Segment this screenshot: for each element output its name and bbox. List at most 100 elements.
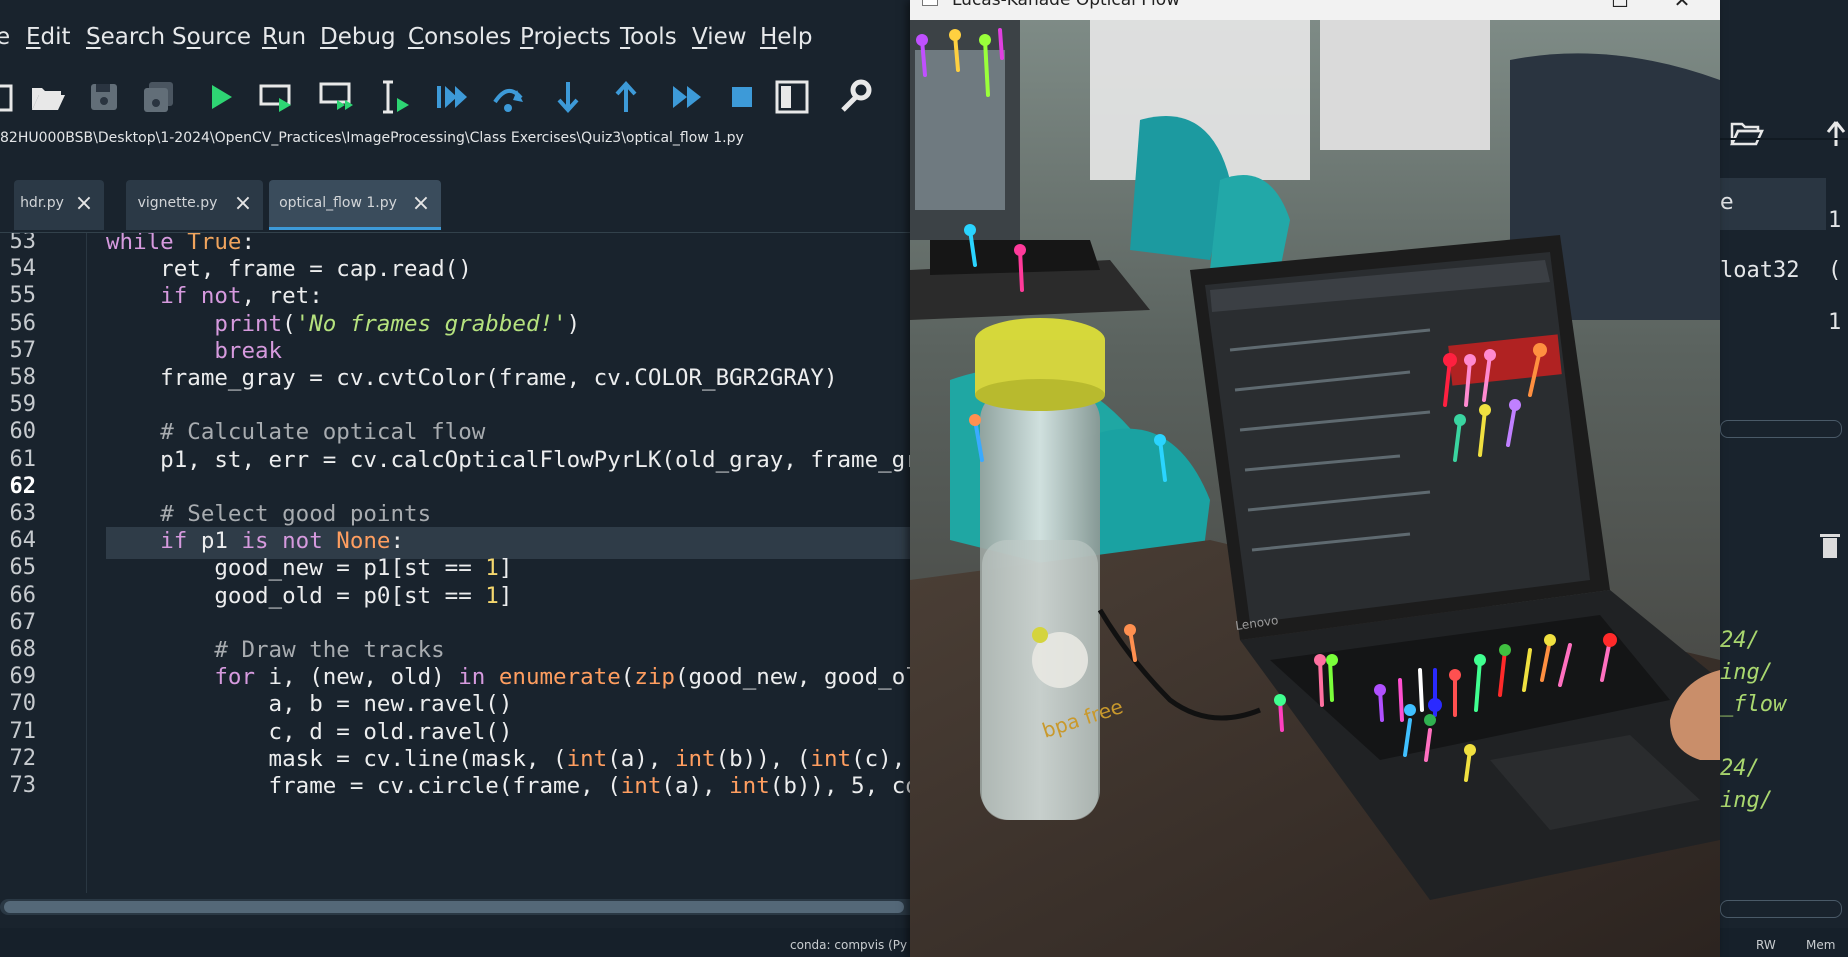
line-number: 68 — [9, 637, 37, 662]
line-number: 61 — [9, 446, 37, 472]
preferences-icon[interactable] — [832, 76, 876, 118]
menu-item-5[interactable]: Debug — [320, 24, 396, 50]
h-scrollbar[interactable] — [1720, 420, 1842, 438]
close-icon[interactable]: × — [411, 193, 431, 215]
code-line[interactable]: good_old = p0[st == 1] — [106, 583, 512, 609]
line-number: 73 — [9, 773, 37, 798]
step-return-icon[interactable] — [604, 76, 648, 118]
continue-icon[interactable] — [664, 76, 708, 118]
opencv-window[interactable]: Lenovo bpa free Lucas-Kanade Optical Flo… — [910, 0, 1720, 957]
line-number: 70 — [9, 691, 37, 717]
code-line[interactable]: print('No frames grabbed!') — [106, 311, 580, 337]
line-number: 55 — [9, 283, 37, 309]
env-status: conda: compvis (Py — [790, 938, 908, 952]
code-line[interactable]: good_new = p1[st == 1] — [106, 555, 512, 581]
file-path: 82HU000BSB\Desktop\1-2024\OpenCV_Practic… — [0, 130, 744, 146]
open-folder-icon[interactable] — [26, 76, 70, 118]
line-number: 54 — [9, 256, 37, 282]
menu-item-9[interactable]: View — [692, 24, 747, 50]
menu-item-0[interactable]: e — [0, 24, 10, 50]
maximize-pane-icon[interactable] — [770, 76, 814, 118]
rw-status: RW — [1756, 938, 1776, 952]
line-number: 69 — [9, 664, 37, 690]
line-number: 59 — [9, 392, 37, 418]
line-number: 60 — [9, 419, 37, 445]
menu-item-2[interactable]: Search — [86, 24, 165, 50]
close-icon[interactable]: ✕ — [1662, 0, 1702, 12]
editor-h-scrollbar[interactable] — [0, 896, 980, 918]
window-title: Lucas-Kanade Optical Flow — [952, 0, 1181, 10]
variable-explorer-pane: e 1 loat32 ( 1 24/ ing/ _flow 24/ ing/ — [1720, 120, 1848, 920]
debug-icon[interactable] — [428, 76, 472, 118]
code-line[interactable]: mask = cv.line(mask, (int(a), int(b)), (… — [106, 746, 910, 772]
table-cell: loat32 — [1720, 258, 1800, 283]
table-header-label: e — [1720, 190, 1734, 215]
code-line[interactable]: ret, frame = cap.read() — [106, 256, 472, 282]
window-app-icon — [922, 0, 938, 6]
menu-item-4[interactable]: Run — [262, 24, 306, 50]
tab-hdr[interactable]: hdr.py × — [14, 180, 104, 230]
code-line[interactable]: c, d = old.ravel() — [106, 719, 513, 745]
code-editor[interactable]: 53 54 55 56 57 58 59 60 61 62 63 64 65 66 67 68 69 70 71 72… — [0, 233, 910, 893]
code-line[interactable]: # Draw the tracks — [106, 637, 444, 663]
tab-vignette[interactable]: vignette.py × — [126, 180, 263, 230]
new-file-icon[interactable] — [0, 76, 24, 118]
line-number: 67 — [9, 609, 37, 635]
code-line[interactable]: for i, (new, old) in enumerate(zip(good_… — [106, 664, 910, 690]
console-line: 24/ — [1720, 756, 1760, 781]
close-icon[interactable]: × — [74, 193, 94, 215]
table-cell: ( — [1828, 258, 1842, 283]
code-line[interactable]: break — [106, 338, 282, 364]
code-line[interactable]: while True: — [106, 233, 255, 255]
file-path-bar: 82HU000BSB\Desktop\1-2024\OpenCV_Practic… — [0, 130, 744, 160]
line-number-gutter: 53 54 55 56 57 58 59 60 61 62 63 64 65 66 67 68 69 70 71 72… — [0, 233, 87, 893]
menu-item-3[interactable]: Source — [172, 24, 251, 50]
line-number: 63 — [9, 501, 37, 526]
run-selection-icon[interactable] — [372, 76, 416, 118]
editor-tabs: hdr.py × vignette.py × optical_flow 1.py… — [0, 168, 910, 233]
code-line[interactable]: frame = cv.circle(frame, (int(a), int(b)… — [106, 773, 910, 799]
arrow-up-icon[interactable] — [1824, 118, 1848, 148]
scroll-thumb[interactable] — [4, 901, 904, 913]
console-line: _flow — [1720, 692, 1787, 717]
code-line[interactable]: frame_gray = cv.cvtColor(frame, cv.COLOR… — [106, 365, 837, 391]
maximize-icon[interactable]: ☐ — [1600, 0, 1640, 12]
save-all-icon[interactable] — [136, 76, 180, 118]
menu-item-7[interactable]: Projects — [520, 24, 611, 50]
line-number: 72 — [9, 745, 37, 771]
pane-toolbar — [1720, 120, 1848, 160]
line-number: 66 — [9, 582, 37, 608]
menu-item-6[interactable]: Consoles — [408, 24, 511, 50]
code-line[interactable]: if not, ret: — [106, 283, 323, 309]
menu-item-8[interactable]: Tools — [620, 24, 677, 50]
window-titlebar[interactable]: Lucas-Kanade Optical Flow ☐ ✕ — [910, 0, 1720, 20]
menu-item-1[interactable]: Edit — [26, 24, 71, 50]
menu-item-10[interactable]: Help — [760, 24, 812, 50]
h-scrollbar[interactable] — [1720, 900, 1842, 918]
code-line[interactable]: # Select good points — [106, 501, 431, 527]
video-frame: Lenovo bpa free — [910, 20, 1720, 957]
line-number: 71 — [9, 718, 37, 744]
run-icon[interactable] — [198, 76, 242, 118]
save-icon[interactable] — [82, 76, 126, 118]
line-number: 57 — [9, 337, 37, 363]
memory-status: Mem — [1806, 938, 1836, 952]
code-line[interactable]: # Calculate optical flow — [106, 419, 485, 445]
line-number: 58 — [9, 365, 37, 390]
console-line: ing/ — [1720, 660, 1773, 685]
stop-icon[interactable] — [720, 76, 764, 118]
trash-icon[interactable] — [1818, 530, 1842, 560]
run-cell-advance-icon[interactable] — [314, 76, 358, 118]
step-over-icon[interactable] — [486, 76, 530, 118]
open-folder-icon[interactable] — [1730, 118, 1764, 148]
code-line[interactable]: p1, st, err = cv.calcOpticalFlowPyrLK(ol… — [106, 447, 910, 473]
table-header[interactable]: e — [1720, 178, 1826, 230]
code-line[interactable]: if p1 is not None: — [106, 528, 404, 554]
console-line: ing/ — [1720, 788, 1773, 813]
run-cell-icon[interactable] — [254, 76, 298, 118]
close-icon[interactable]: × — [233, 193, 253, 215]
line-number: 62 — [9, 473, 37, 499]
tab-optical-flow[interactable]: optical_flow 1.py × — [269, 180, 441, 230]
step-into-icon[interactable] — [546, 76, 590, 118]
code-line[interactable]: a, b = new.ravel() — [106, 691, 513, 717]
